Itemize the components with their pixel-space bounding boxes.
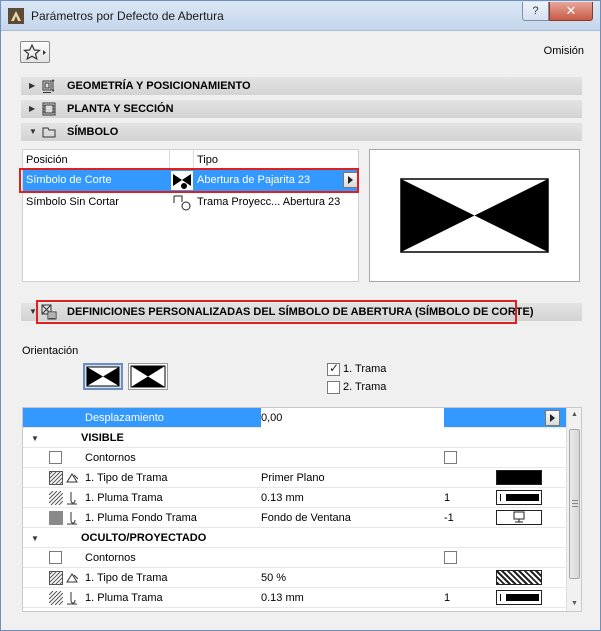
symbol-list-header: Posición Tipo	[23, 150, 358, 169]
row-value[interactable]: Fondo de Ventana	[261, 512, 351, 524]
symbol-preview	[369, 149, 580, 282]
panel-plan-section[interactable]: ▶ PLANTA Y SECCIÓN	[21, 100, 582, 118]
favorites-button[interactable]	[20, 41, 50, 63]
orientation-alternate-button[interactable]	[128, 363, 168, 390]
column-header-type[interactable]: Tipo	[197, 154, 218, 166]
pen-swatch[interactable]	[496, 490, 542, 505]
trama2-label: 2. Trama	[343, 381, 387, 393]
panel-geometry[interactable]: ▶ GEOMETRÍA Y POSICIONAMIENTO	[21, 77, 582, 95]
settings-grid: Desplazamiento 0,00 ▼ VISIBLE Contornos	[22, 407, 582, 612]
row-number[interactable]: 1	[444, 492, 450, 504]
pen-icon	[67, 492, 77, 505]
pen-swatch[interactable]	[496, 590, 542, 605]
row-value[interactable]: 50 %	[261, 572, 286, 584]
row-label: 1. Pluma Trama	[85, 492, 163, 504]
monitor-icon	[513, 511, 525, 523]
table-row[interactable]: Contornos	[23, 548, 566, 568]
plan-section-icon	[42, 102, 56, 116]
bowtie-alternate-icon	[130, 365, 166, 388]
scroll-down-icon[interactable]: ▼	[571, 600, 578, 607]
group-hidden-label: OCULTO/PROYECTADO	[81, 532, 207, 544]
table-row[interactable]: 1. Pluma Trama 0.13 mm 1	[23, 488, 566, 508]
default-label: Omisión	[543, 45, 584, 57]
offset-picker-button[interactable]	[545, 410, 560, 426]
hatch-pattern-icon	[49, 591, 63, 605]
pen-icon	[67, 512, 77, 525]
expand-triangle-icon[interactable]: ▶	[29, 81, 35, 90]
collapse-triangle-icon[interactable]: ▼	[31, 434, 39, 443]
row-number[interactable]: -1	[444, 512, 454, 524]
hatch-pattern-icon	[49, 571, 63, 585]
row-value[interactable]: Primer Plano	[261, 472, 325, 484]
close-button[interactable]: ✕	[549, 2, 593, 21]
archicad-app-icon	[8, 8, 24, 24]
row-number[interactable]: 1	[444, 592, 450, 604]
panel-plan-section-label: PLANTA Y SECCIÓN	[67, 103, 174, 115]
row-label: 1. Tipo de Trama	[85, 472, 168, 484]
pen-icon	[67, 592, 77, 605]
window-background-swatch[interactable]	[496, 510, 542, 525]
panel-symbol-label: SÍMBOLO	[67, 126, 119, 138]
offset-label: Desplazamiento	[85, 412, 164, 424]
symbol-type: Trama Proyecc... Abertura 23	[197, 196, 341, 208]
collapse-triangle-icon[interactable]: ▼	[31, 534, 39, 543]
table-row[interactable]: Contornos	[23, 448, 566, 468]
group-visible-label: VISIBLE	[81, 432, 124, 444]
star-icon	[23, 43, 46, 61]
title-bar[interactable]: Parámetros por Defecto de Abertura ? ✕	[1, 1, 600, 31]
window-title: Parámetros por Defecto de Abertura	[31, 9, 224, 23]
orientation-label: Orientación	[22, 345, 79, 357]
row-value[interactable]: 0.13 mm	[261, 492, 304, 504]
symbol-icon	[42, 127, 56, 138]
table-row[interactable]: 1. Tipo de Trama Primer Plano	[23, 468, 566, 488]
orientation-horizontal-button[interactable]	[83, 363, 123, 390]
column-header-position[interactable]: Posición	[26, 154, 68, 166]
row-label: 1. Pluma Trama	[85, 592, 163, 604]
symbol-position: Símbolo Sin Cortar	[26, 196, 119, 208]
contours-checkbox[interactable]	[49, 551, 62, 564]
contours-checkbox[interactable]	[49, 451, 62, 464]
geometry-icon	[42, 79, 55, 93]
trama1-checkbox[interactable]	[327, 361, 340, 376]
scroll-up-icon[interactable]: ▲	[571, 411, 578, 418]
bowtie-preview-icon	[400, 178, 549, 253]
fill-swatch[interactable]	[496, 470, 542, 485]
expand-triangle-icon[interactable]: ▶	[29, 104, 35, 113]
panel-symbol[interactable]: ▼ SÍMBOLO	[21, 123, 582, 141]
panel-geometry-label: GEOMETRÍA Y POSICIONAMIENTO	[67, 80, 251, 92]
highlight-frame	[19, 168, 359, 193]
trama2-checkbox[interactable]	[327, 381, 340, 394]
collapse-triangle-icon[interactable]: ▼	[29, 127, 37, 136]
fill-swatch[interactable]	[496, 570, 542, 585]
table-row[interactable]: ▼ OCULTO/PROYECTADO	[23, 528, 566, 548]
row-label: 1. Pluma Fondo Trama	[85, 512, 197, 524]
list-item[interactable]: Símbolo Sin Cortar Trama Proyecc... Aber…	[23, 192, 358, 213]
row-label: Contornos	[85, 552, 136, 564]
row-label: Contornos	[85, 452, 136, 464]
hatch-pattern-icon	[49, 491, 63, 505]
table-row[interactable]: Desplazamiento 0,00	[23, 408, 566, 428]
hatch-pattern-icon	[49, 471, 63, 485]
trama1-label: 1. Trama	[343, 363, 387, 375]
bowtie-horizontal-icon	[86, 366, 120, 387]
table-row[interactable]: 1. Pluma Trama 0.13 mm 1	[23, 588, 566, 608]
table-row[interactable]: 1. Pluma Fondo Trama Fondo de Ventana -1	[23, 508, 566, 528]
table-row[interactable]: ▼ VISIBLE	[23, 428, 566, 448]
scroll-thumb[interactable]	[569, 429, 580, 579]
grid-scrollbar[interactable]: ▲ ▼	[566, 408, 581, 611]
row-value[interactable]: 0.13 mm	[261, 592, 304, 604]
highlight-frame	[36, 300, 517, 324]
fill-type-icon	[66, 573, 79, 583]
uncut-symbol-icon	[171, 193, 193, 212]
contours-value-checkbox[interactable]	[444, 551, 457, 564]
contours-value-checkbox[interactable]	[444, 451, 457, 464]
arrow-right-icon	[550, 414, 555, 422]
help-button[interactable]: ?	[522, 2, 549, 21]
fill-type-icon	[66, 473, 79, 483]
offset-input[interactable]: 0,00	[261, 408, 444, 428]
background-fill-icon	[49, 511, 63, 525]
table-row[interactable]: 1. Tipo de Trama 50 %	[23, 568, 566, 588]
row-label: 1. Tipo de Trama	[85, 572, 168, 584]
dialog-window: Parámetros por Defecto de Abertura ? ✕ O…	[0, 0, 601, 631]
